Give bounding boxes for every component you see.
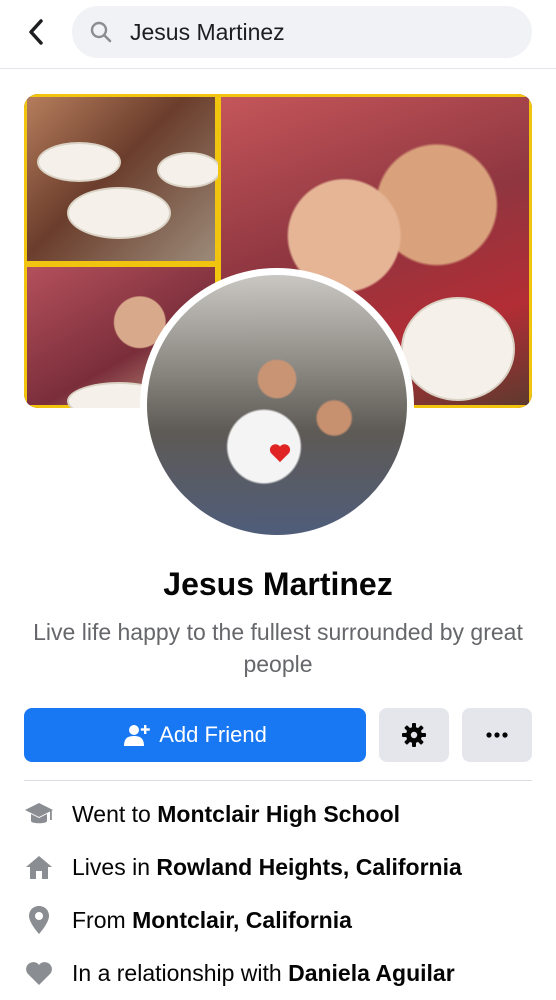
back-button[interactable] bbox=[18, 14, 54, 50]
section-divider bbox=[24, 780, 532, 781]
search-input[interactable]: Jesus Martinez bbox=[130, 19, 285, 46]
intro-education: Went to Montclair High School bbox=[0, 794, 556, 834]
graduation-cap-icon bbox=[24, 799, 54, 829]
intro-prefix: Went to bbox=[72, 800, 158, 827]
intro-prefix: From bbox=[72, 906, 133, 933]
avatar-photo bbox=[147, 275, 407, 535]
profile-bio: Live life happy to the fullest surrounde… bbox=[33, 619, 523, 677]
plate-shape bbox=[157, 152, 221, 188]
intro-hometown-text: From Montclair, California bbox=[72, 907, 352, 934]
heart-shirt-graphic bbox=[269, 444, 291, 463]
intro-current-city-text: Lives in Rowland Heights, California bbox=[72, 854, 462, 881]
add-friend-button[interactable]: Add Friend bbox=[24, 708, 366, 762]
profile-picture[interactable] bbox=[140, 268, 414, 542]
intro-relationship: In a relationship with Daniela Aguilar bbox=[0, 953, 556, 993]
profile-name: Jesus Martinez bbox=[163, 566, 393, 602]
intro-prefix: Lives in bbox=[72, 853, 157, 880]
current-city-link[interactable]: Rowland Heights, California bbox=[156, 854, 461, 880]
hometown-link[interactable]: Montclair, California bbox=[132, 907, 352, 933]
school-link[interactable]: Montclair High School bbox=[157, 801, 400, 827]
chevron-left-icon bbox=[29, 19, 43, 45]
plate-shape bbox=[37, 142, 121, 182]
intro-hometown: From Montclair, California bbox=[0, 900, 556, 940]
intro-prefix: In a relationship with bbox=[72, 959, 289, 986]
gear-icon bbox=[402, 723, 426, 747]
intro-current-city: Lives in Rowland Heights, California bbox=[0, 847, 556, 887]
add-friend-icon bbox=[124, 725, 150, 746]
search-bar[interactable]: Jesus Martinez bbox=[72, 6, 532, 58]
more-options-button[interactable] bbox=[462, 708, 532, 762]
top-bar: Jesus Martinez bbox=[0, 0, 556, 69]
location-pin-icon bbox=[24, 905, 54, 935]
intro-relationship-text: In a relationship with Daniela Aguilar bbox=[72, 960, 455, 987]
heart-icon bbox=[24, 958, 54, 988]
search-icon bbox=[88, 19, 114, 45]
cover-collage-tile bbox=[24, 94, 221, 264]
plate-shape bbox=[401, 297, 515, 401]
settings-button[interactable] bbox=[379, 708, 449, 762]
partner-link[interactable]: Daniela Aguilar bbox=[288, 960, 455, 986]
home-icon bbox=[24, 852, 54, 882]
add-friend-label: Add Friend bbox=[159, 722, 267, 747]
intro-education-text: Went to Montclair High School bbox=[72, 801, 400, 828]
more-dots-icon bbox=[486, 732, 508, 738]
plate-shape bbox=[67, 187, 171, 239]
